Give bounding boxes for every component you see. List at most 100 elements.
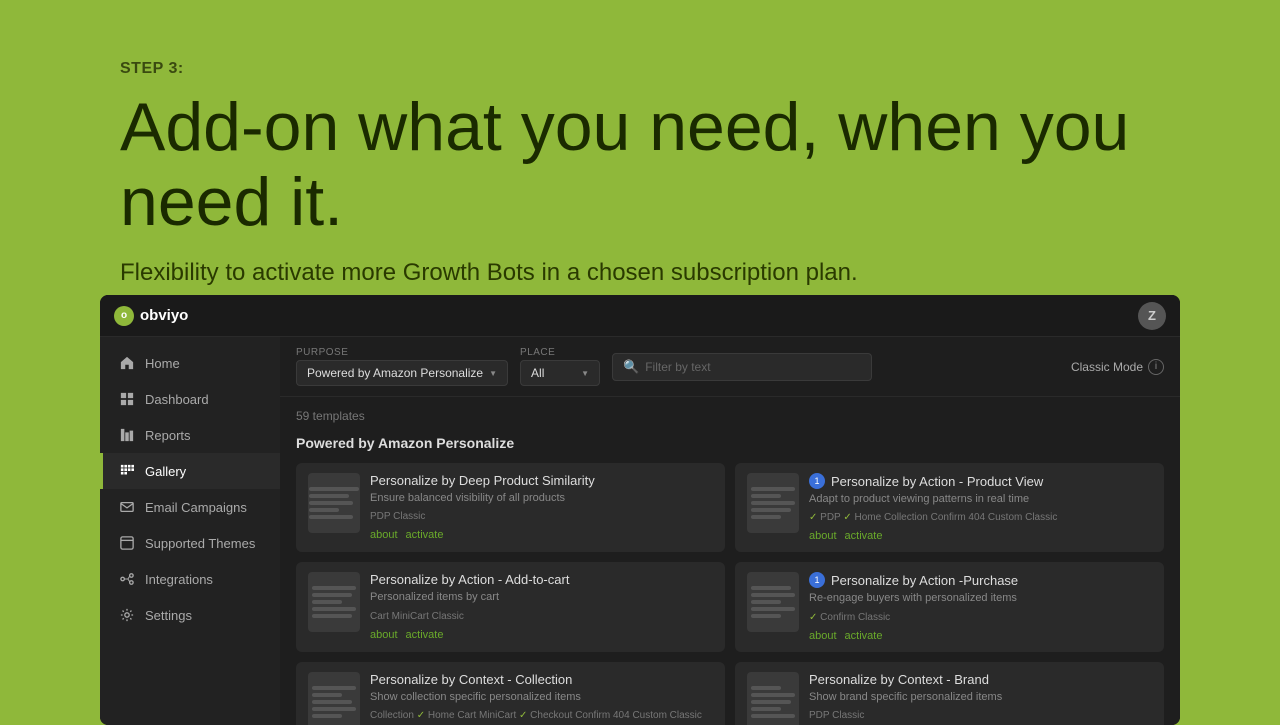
sidebar-item-integrations[interactable]: Integrations (100, 561, 280, 597)
template-card[interactable]: Personalize by Action - Add-to-cart Pers… (296, 562, 725, 651)
sidebar-item-label: Reports (145, 428, 191, 443)
activate-link[interactable]: activate (845, 630, 883, 642)
template-thumb (747, 473, 799, 533)
thumb-line (751, 707, 781, 711)
sidebar: Home Dashboard Reports Gallery (100, 337, 280, 725)
classic-mode-toggle[interactable]: Classic Mode i (1071, 359, 1164, 375)
template-card[interactable]: Personalize by Context - Brand Show bran… (735, 662, 1164, 725)
thumb-line (751, 593, 795, 597)
thumb-line (309, 501, 353, 505)
dashboard-icon (119, 391, 135, 407)
purpose-label: Purpose (296, 347, 508, 358)
template-desc: Re-engage buyers with personalized items (809, 591, 1152, 605)
settings-icon (119, 607, 135, 623)
thumb-line (309, 508, 339, 512)
template-card[interactable]: 1 Personalize by Action -Purchase Re-eng… (735, 562, 1164, 651)
search-box[interactable]: 🔍 Filter by text (612, 353, 872, 381)
template-header: 1 Personalize by Action -Purchase (809, 572, 1152, 588)
thumb-line (309, 515, 353, 519)
main-panel: Purpose Powered by Amazon Personalize ▼ … (280, 337, 1180, 725)
template-header: Personalize by Action - Add-to-cart (370, 572, 713, 587)
template-name: Personalize by Action - Add-to-cart (370, 572, 569, 587)
sidebar-item-dashboard[interactable]: Dashboard (100, 381, 280, 417)
step-label: STEP 3: (120, 60, 1280, 78)
template-desc: Adapt to product viewing patterns in rea… (809, 492, 1152, 506)
place-label: Place (520, 347, 600, 358)
thumb-line (312, 700, 352, 704)
about-link[interactable]: about (370, 529, 398, 541)
email-icon (119, 499, 135, 515)
logo-icon: o (114, 306, 134, 326)
template-card[interactable]: Personalize by Context - Collection Show… (296, 662, 725, 725)
info-icon: i (1148, 359, 1164, 375)
template-actions: about activate (370, 529, 713, 541)
app-body: Home Dashboard Reports Gallery (100, 337, 1180, 725)
template-info: 1 Personalize by Action -Purchase Re-eng… (809, 572, 1152, 641)
toolbar: Purpose Powered by Amazon Personalize ▼ … (280, 337, 1180, 397)
thumb-line (312, 600, 342, 604)
template-card[interactable]: Personalize by Deep Product Similarity E… (296, 463, 725, 552)
template-name: Personalize by Deep Product Similarity (370, 473, 595, 488)
app-window: o obviyo Z Home Dashboard (100, 295, 1180, 725)
about-link[interactable]: about (809, 630, 837, 642)
about-link[interactable]: about (370, 629, 398, 641)
template-name: Personalize by Action - Product View (831, 474, 1043, 489)
sidebar-item-label: Settings (145, 608, 192, 623)
themes-icon (119, 535, 135, 551)
sidebar-item-reports[interactable]: Reports (100, 417, 280, 453)
place-select[interactable]: All ▼ (520, 360, 600, 386)
template-tags: ✓ Confirm Classic (809, 611, 1152, 625)
template-desc: Ensure balanced visibility of all produc… (370, 491, 713, 505)
thumb-line (751, 700, 791, 704)
sidebar-item-settings[interactable]: Settings (100, 597, 280, 633)
template-info: Personalize by Action - Add-to-cart Pers… (370, 572, 713, 640)
thumb-line (312, 586, 356, 590)
template-thumb (308, 672, 360, 725)
template-actions: about activate (809, 630, 1152, 642)
thumb-line (312, 693, 342, 697)
purpose-value: Powered by Amazon Personalize (307, 366, 483, 380)
template-thumb (308, 473, 360, 533)
template-tags: ✓ PDP ✓ Home Collection Confirm 404 Cust… (809, 511, 1152, 525)
template-header: Personalize by Context - Brand (809, 672, 1152, 687)
thumb-line (309, 487, 359, 491)
sidebar-item-supported-themes[interactable]: Supported Themes (100, 525, 280, 561)
sidebar-item-label: Email Campaigns (145, 500, 247, 515)
reports-icon (119, 427, 135, 443)
template-thumb (308, 572, 360, 632)
activate-link[interactable]: activate (845, 530, 883, 542)
thumb-line (751, 614, 781, 618)
chevron-down-icon: ▼ (581, 369, 589, 378)
thumb-line (312, 614, 352, 618)
template-thumb (747, 672, 799, 725)
thumb-line (309, 494, 349, 498)
template-grid: Personalize by Deep Product Similarity E… (296, 463, 1164, 725)
activate-link[interactable]: activate (406, 529, 444, 541)
thumb-line (312, 707, 356, 711)
template-tags: PDP Classic (809, 709, 1152, 723)
thumb-line (312, 593, 352, 597)
template-name: Personalize by Action -Purchase (831, 573, 1018, 588)
template-card[interactable]: 1 Personalize by Action - Product View A… (735, 463, 1164, 552)
hero-subtitle: Flexibility to activate more Growth Bots… (120, 256, 1280, 290)
sidebar-item-gallery[interactable]: Gallery (100, 453, 280, 489)
thumb-line (751, 686, 781, 690)
sidebar-item-label: Supported Themes (145, 536, 255, 551)
sidebar-item-email-campaigns[interactable]: Email Campaigns (100, 489, 280, 525)
hero-title: Add-on what you need, when you need it. (120, 90, 1280, 240)
search-placeholder: Filter by text (645, 360, 710, 374)
template-header: 1 Personalize by Action - Product View (809, 473, 1152, 489)
template-desc: Show brand specific personalized items (809, 690, 1152, 704)
place-group: Place All ▼ (520, 347, 600, 386)
template-tags: Collection ✓ Home Cart MiniCart ✓ Checko… (370, 709, 713, 723)
activate-link[interactable]: activate (406, 629, 444, 641)
logo-text: obviyo (140, 307, 188, 324)
sidebar-item-label: Home (145, 356, 180, 371)
sidebar-item-home[interactable]: Home (100, 345, 280, 381)
purpose-select[interactable]: Powered by Amazon Personalize ▼ (296, 360, 508, 386)
template-count: 59 templates (296, 409, 1164, 423)
classic-mode-label: Classic Mode (1071, 360, 1143, 374)
about-link[interactable]: about (809, 530, 837, 542)
user-avatar[interactable]: Z (1138, 302, 1166, 330)
sidebar-item-label: Integrations (145, 572, 213, 587)
